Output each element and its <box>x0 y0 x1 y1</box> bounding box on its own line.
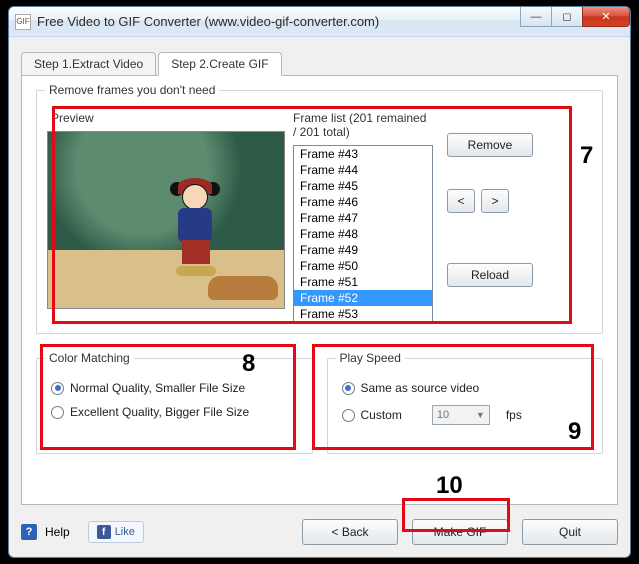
group-play-speed-legend: Play Speed <box>336 351 405 365</box>
radio-custom-fps[interactable]: Custom 10 ▼ fps <box>342 405 589 425</box>
frame-list-item[interactable]: Frame #53 <box>294 306 432 322</box>
fps-combobox[interactable]: 10 ▼ <box>432 405 490 425</box>
group-color-matching: Color Matching Normal Quality, Smaller F… <box>36 358 313 454</box>
maximize-button[interactable]: ◻ <box>551 7 583 27</box>
frame-list-item[interactable]: Frame #52 <box>294 290 432 306</box>
radio-icon <box>51 406 64 419</box>
next-frame-button[interactable]: > <box>481 189 509 213</box>
titlebar: GIF Free Video to GIF Converter (www.vid… <box>9 7 630 37</box>
frame-list-item[interactable]: Frame #46 <box>294 194 432 210</box>
close-button[interactable]: ✕ <box>582 7 630 27</box>
like-label: Like <box>115 526 135 538</box>
minimize-button[interactable]: — <box>520 7 552 27</box>
quit-button[interactable]: Quit <box>522 519 618 545</box>
group-remove-frames-legend: Remove frames you don't need <box>45 83 219 97</box>
preview-image <box>47 131 285 309</box>
app-window: GIF Free Video to GIF Converter (www.vid… <box>8 6 631 558</box>
radio-label: Custom <box>361 408 402 422</box>
frame-list-item[interactable]: Frame #43 <box>294 146 432 162</box>
group-play-speed: Play Speed Same as source video Custom 1… <box>327 358 604 454</box>
prev-frame-button[interactable]: < <box>447 189 475 213</box>
back-button[interactable]: < Back <box>302 519 398 545</box>
radio-label: Normal Quality, Smaller File Size <box>70 381 245 395</box>
window-title: Free Video to GIF Converter (www.video-g… <box>37 14 379 29</box>
radio-label: Excellent Quality, Bigger File Size <box>70 405 249 419</box>
frame-list-item[interactable]: Frame #50 <box>294 258 432 274</box>
fps-value: 10 <box>437 409 449 421</box>
chevron-down-icon: ▼ <box>476 410 485 420</box>
radio-icon <box>342 382 355 395</box>
frame-list-label: Frame list (201 remained / 201 total) <box>293 111 433 139</box>
tab-extract-video[interactable]: Step 1.Extract Video <box>21 52 156 76</box>
fps-suffix: fps <box>506 408 522 422</box>
bottom-bar: ? Help f Like < Back Make GIF Quit <box>21 519 618 545</box>
facebook-like-button[interactable]: f Like <box>88 521 144 543</box>
radio-icon <box>51 382 64 395</box>
app-icon: GIF <box>15 14 31 30</box>
preview-label: Preview <box>51 111 285 125</box>
help-label: Help <box>45 525 70 539</box>
frame-list-item[interactable]: Frame #49 <box>294 242 432 258</box>
make-gif-button[interactable]: Make GIF <box>412 519 508 545</box>
group-remove-frames: Remove frames you don't need Preview <box>36 90 603 334</box>
radio-icon <box>342 409 355 422</box>
tab-panel-create-gif: Remove frames you don't need Preview <box>21 75 618 505</box>
radio-label: Same as source video <box>361 381 480 395</box>
frame-list-item[interactable]: Frame #47 <box>294 210 432 226</box>
remove-button[interactable]: Remove <box>447 133 533 157</box>
group-color-matching-legend: Color Matching <box>45 351 134 365</box>
reload-button[interactable]: Reload <box>447 263 533 287</box>
frame-list-item[interactable]: Frame #54 <box>294 322 432 323</box>
tab-create-gif[interactable]: Step 2.Create GIF <box>158 52 281 76</box>
frame-list-item[interactable]: Frame #48 <box>294 226 432 242</box>
radio-excellent-quality[interactable]: Excellent Quality, Bigger File Size <box>51 405 298 419</box>
radio-normal-quality[interactable]: Normal Quality, Smaller File Size <box>51 381 298 395</box>
frame-listbox[interactable]: Frame #43Frame #44Frame #45Frame #46Fram… <box>293 145 433 323</box>
help-link[interactable]: ? Help <box>21 524 70 540</box>
help-icon: ? <box>21 524 37 540</box>
frame-list-item[interactable]: Frame #44 <box>294 162 432 178</box>
radio-same-as-source[interactable]: Same as source video <box>342 381 589 395</box>
frame-list-item[interactable]: Frame #45 <box>294 178 432 194</box>
tab-strip: Step 1.Extract Video Step 2.Create GIF <box>21 51 618 75</box>
frame-list-item[interactable]: Frame #51 <box>294 274 432 290</box>
facebook-icon: f <box>97 525 111 539</box>
